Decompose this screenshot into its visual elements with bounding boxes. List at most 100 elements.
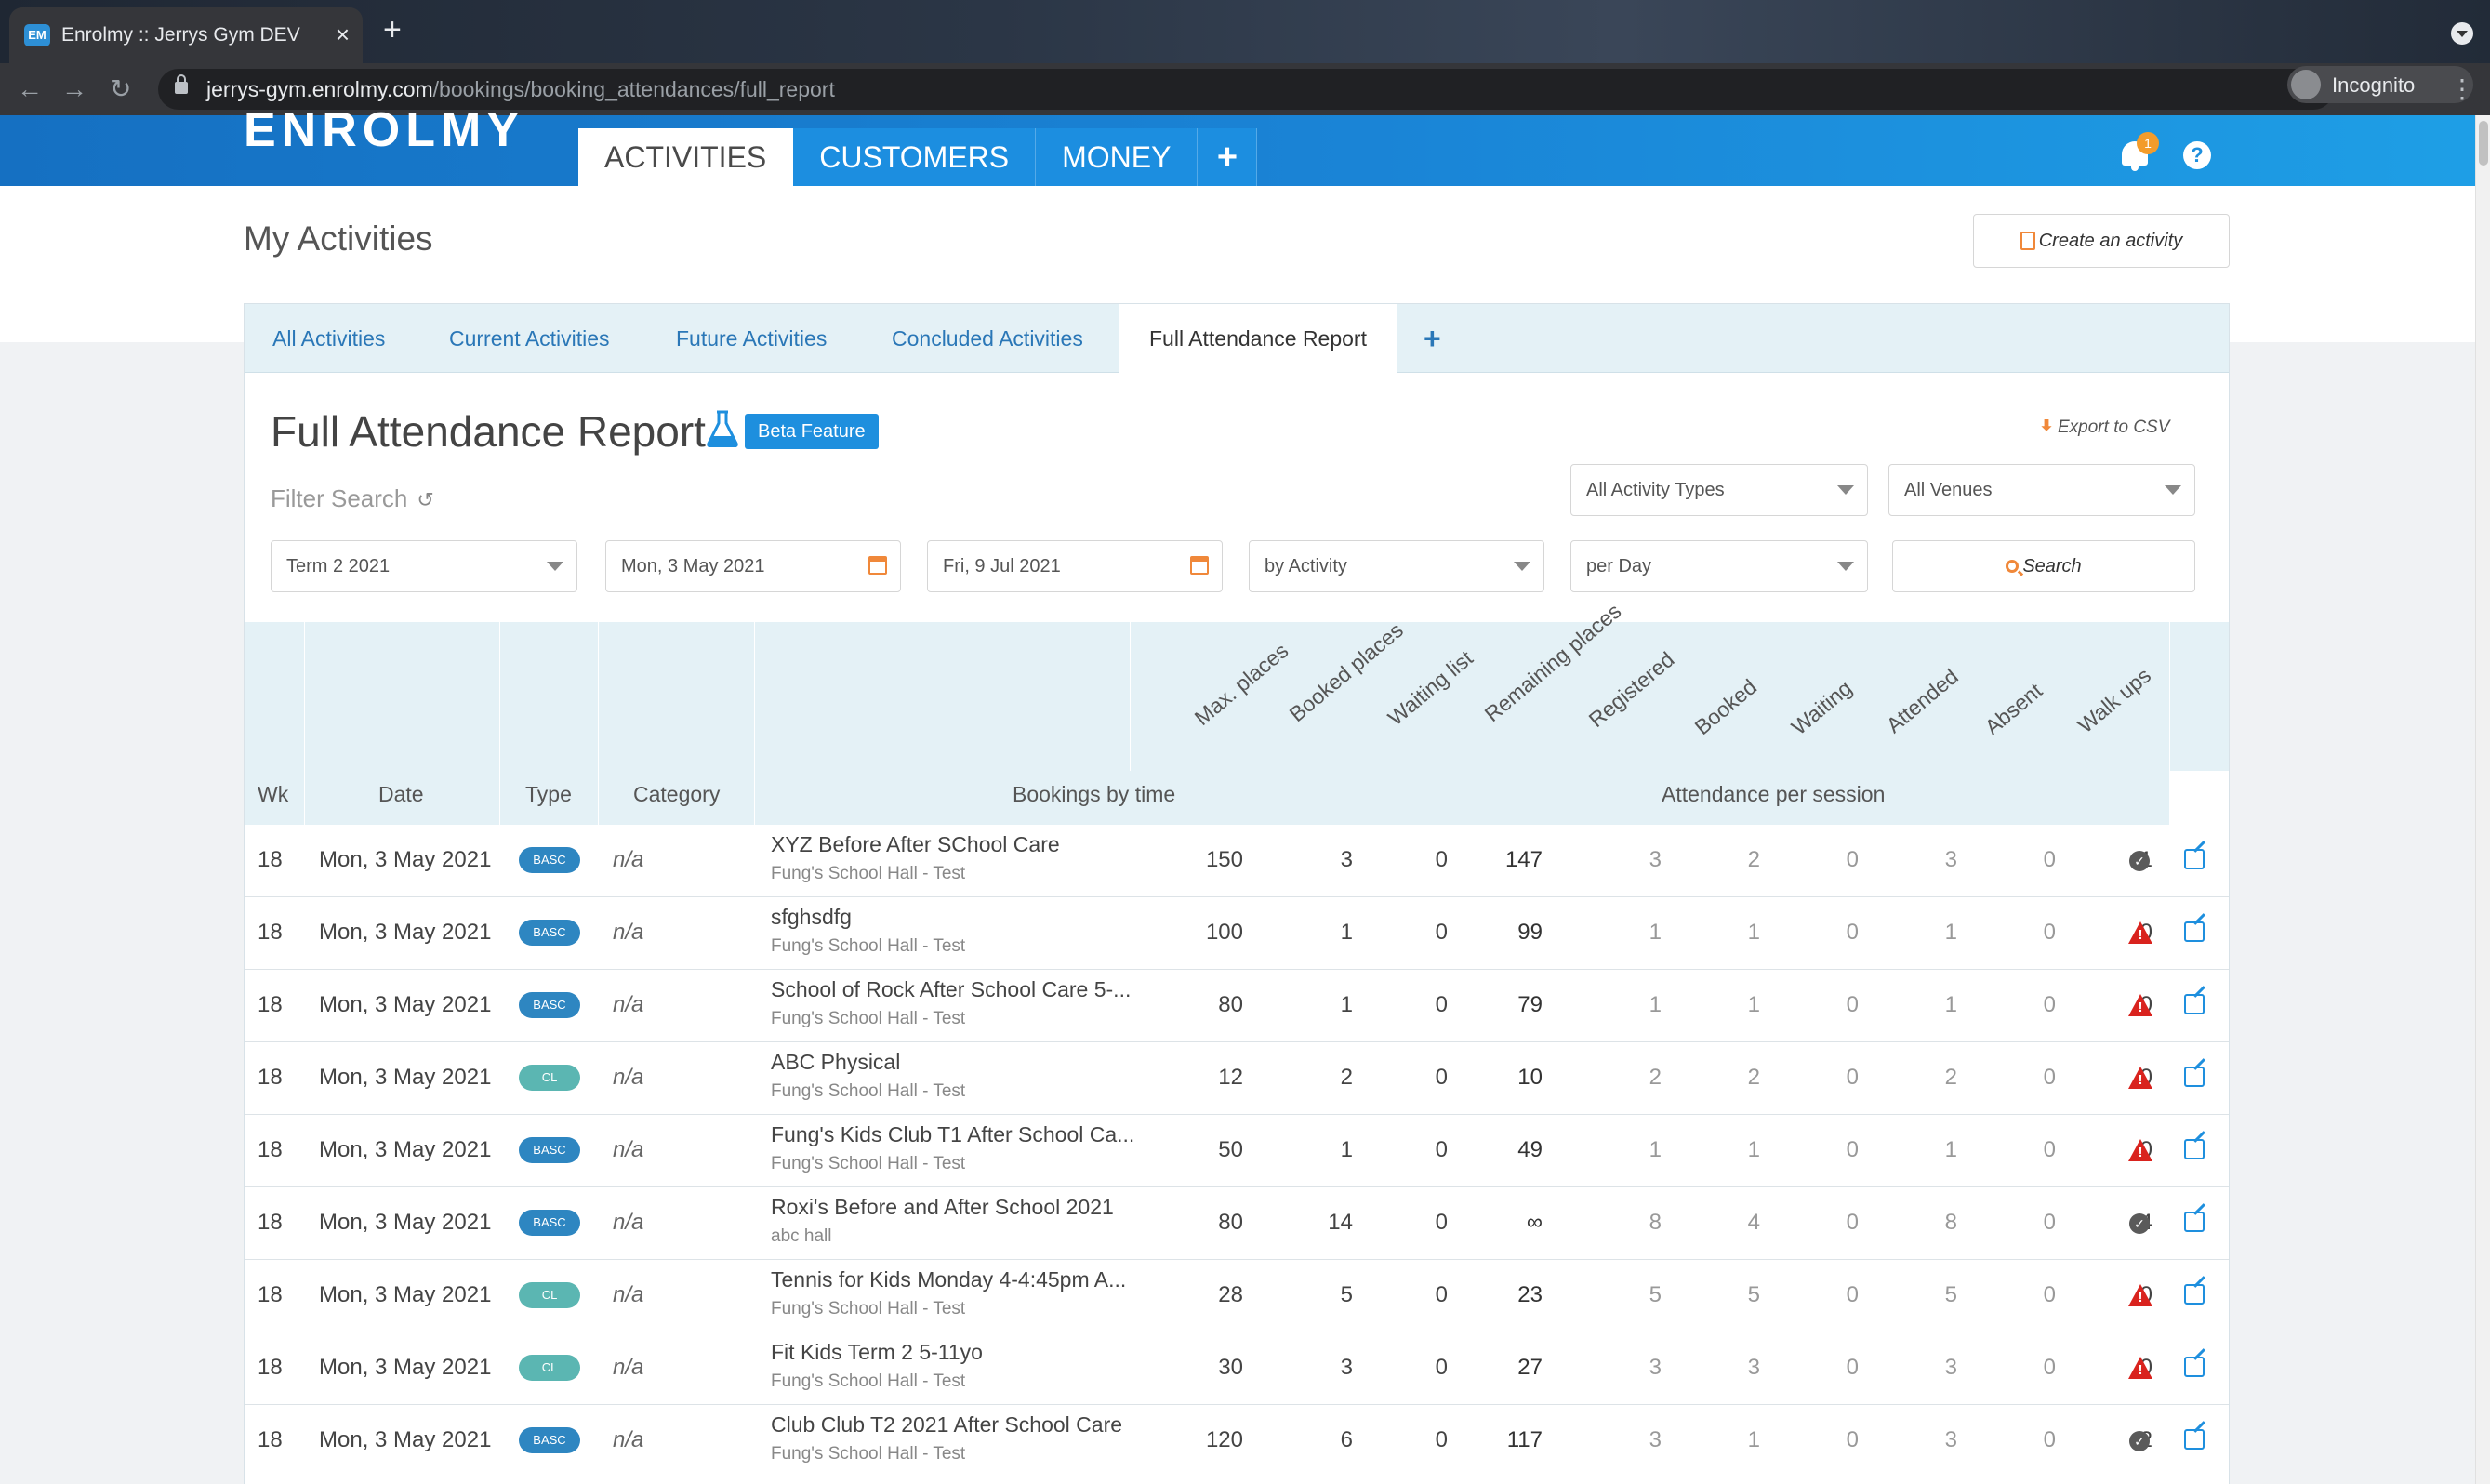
calendar-icon[interactable]: [1190, 556, 1209, 575]
table-row[interactable]: 18 Mon, 3 May 2021 BASC n/a Club Club T2 202…: [245, 1405, 2229, 1477]
cell-att-booked: 2: [1747, 847, 1760, 872]
table-row[interactable]: 18 Mon, 3 May 2021 CL n/a ABC Physical Fung's…: [245, 1042, 2229, 1115]
group-by-select[interactable]: by Activity: [1249, 540, 1544, 592]
row-week: 18: [258, 920, 283, 945]
enrolmy-logo[interactable]: ENROLMY: [244, 102, 524, 158]
tab-concluded-activities[interactable]: Concluded Activities: [892, 304, 1083, 373]
search-button[interactable]: Search: [1892, 540, 2195, 592]
back-icon[interactable]: ←: [17, 71, 43, 108]
table-row[interactable]: 18 Mon, 3 May 2021 BASC n/a Fung's Kids Club…: [245, 1115, 2229, 1187]
header-max-places: Max. places: [1189, 638, 1293, 731]
header-divider: [754, 622, 755, 825]
row-date: Mon, 3 May 2021: [319, 1210, 492, 1235]
external-link-icon[interactable]: [2184, 1429, 2205, 1450]
table-row[interactable]: 18 Mon, 3 May 2021 BASC n/a sfghsdfg Fung's S…: [245, 897, 2229, 970]
header-divider: [2169, 622, 2170, 771]
cell-att-booked: 3: [1747, 1355, 1760, 1380]
activity-venue: Fung's School Hall - Test: [771, 1154, 966, 1173]
cell-att-booked: 1: [1747, 1137, 1760, 1162]
date-from-field[interactable]: Mon, 3 May 2021: [605, 540, 901, 592]
page-scrollbar-thumb[interactable]: [2479, 121, 2488, 166]
cell-attended: 2: [1944, 1065, 1957, 1090]
check-circle-icon: ✓: [2129, 1431, 2150, 1451]
cell-registered: 1: [1649, 920, 1662, 945]
app-header: ENROLMY ACTIVITIES CUSTOMERS MONEY + 1 ?: [0, 103, 2490, 186]
notification-count-badge: 1: [2137, 132, 2159, 154]
activity-type-select[interactable]: All Activity Types: [1570, 464, 1868, 516]
activity-venue: Fung's School Hall - Test: [771, 936, 966, 956]
header-type: Type: [525, 782, 572, 806]
cell-att-booked: 4: [1747, 1210, 1760, 1235]
nav-activities[interactable]: ACTIVITIES: [578, 128, 794, 186]
header-attended: Attended: [1881, 664, 1963, 738]
external-link-icon[interactable]: [2184, 1284, 2205, 1305]
browser-tab[interactable]: EM Enrolmy :: Jerrys Gym DEV ×: [9, 7, 363, 63]
table-row[interactable]: 18 Mon, 3 May 2021 BASC n/a School of Rock A…: [245, 970, 2229, 1042]
new-tab-icon[interactable]: +: [383, 13, 402, 46]
external-link-icon[interactable]: [2184, 1139, 2205, 1159]
cell-booked: 2: [1340, 1065, 1353, 1090]
nav-add-button[interactable]: +: [1198, 128, 1258, 186]
header-divider: [499, 622, 500, 825]
filter-search-text: Filter Search: [271, 484, 408, 512]
date-to-field[interactable]: Fri, 9 Jul 2021: [927, 540, 1223, 592]
external-link-icon[interactable]: [2184, 994, 2205, 1014]
venue-select[interactable]: All Venues: [1888, 464, 2195, 516]
row-category: n/a: [613, 1427, 644, 1452]
reset-filter-icon[interactable]: ↺: [417, 488, 433, 512]
table-row[interactable]: 18 Mon, 3 May 2021 CL n/a Fit Kids Term 2 5-…: [245, 1332, 2229, 1405]
tab-all-activities[interactable]: All Activities: [272, 304, 385, 373]
table-row[interactable]: 18 Mon, 3 May 2021 BASC n/a XYZ Before After…: [245, 825, 2229, 897]
reload-icon[interactable]: ↻: [110, 71, 131, 108]
activity-venue: Fung's School Hall - Test: [771, 1299, 966, 1318]
activities-panel: All Activities Current Activities Future…: [244, 303, 2230, 1484]
tab-future-activities[interactable]: Future Activities: [676, 304, 827, 373]
cell-booked: 1: [1340, 1137, 1353, 1162]
page-scrollbar[interactable]: [2475, 115, 2490, 1484]
help-icon[interactable]: ?: [2183, 141, 2211, 169]
row-date: Mon, 3 May 2021: [319, 847, 492, 872]
close-tab-icon[interactable]: ×: [336, 20, 350, 48]
lock-icon[interactable]: [175, 74, 188, 94]
row-week: 18: [258, 1355, 283, 1380]
external-link-icon[interactable]: [2184, 921, 2205, 942]
header-divider: [1130, 622, 1131, 771]
table-row[interactable]: 18 Mon, 3 May 2021 CL n/a Tennis for Kids Mo…: [245, 1260, 2229, 1332]
forward-icon[interactable]: →: [61, 71, 87, 108]
date-from-value: Mon, 3 May 2021: [621, 556, 765, 576]
incognito-profile[interactable]: Incognito: [2287, 66, 2473, 103]
row-date: Mon, 3 May 2021: [319, 1137, 492, 1162]
create-activity-button[interactable]: Create an activity: [1973, 214, 2230, 268]
calendar-icon[interactable]: [868, 556, 887, 575]
header-bookings-by-time: Bookings by time: [1013, 782, 1176, 806]
nav-customers[interactable]: CUSTOMERS: [793, 128, 1037, 186]
tab-current-activities[interactable]: Current Activities: [449, 304, 610, 373]
external-link-icon[interactable]: [2184, 1357, 2205, 1377]
table-row[interactable]: 18 Mon, 3 May 2021 BASC n/a Roxi's Before an…: [245, 1187, 2229, 1260]
tab-full-attendance-report[interactable]: Full Attendance Report: [1119, 304, 1397, 374]
term-select[interactable]: Term 2 2021: [271, 540, 577, 592]
period-select[interactable]: per Day: [1570, 540, 1868, 592]
external-link-icon[interactable]: [2184, 849, 2205, 869]
row-week: 18: [258, 992, 283, 1017]
chevron-down-icon: [547, 562, 563, 571]
activity-name: Fung's Kids Club T1 After School Ca...: [771, 1122, 1135, 1146]
tab-search-icon[interactable]: [2451, 22, 2473, 45]
nav-money[interactable]: MONEY: [1036, 128, 1199, 186]
header-absent: Absent: [1980, 678, 2047, 740]
url-text[interactable]: jerrys-gym.enrolmy.com/bookings/booking_…: [206, 77, 835, 102]
external-link-icon[interactable]: [2184, 1067, 2205, 1087]
cell-att-waiting: 0: [1846, 1427, 1859, 1452]
incognito-icon: [2291, 70, 2321, 99]
cell-remaining: 99: [1517, 920, 1543, 945]
row-category: n/a: [613, 1065, 644, 1090]
external-link-icon[interactable]: [2184, 1212, 2205, 1232]
cell-absent: 0: [2043, 1210, 2056, 1235]
add-tab-icon[interactable]: +: [1424, 304, 1441, 373]
browser-menu-icon[interactable]: ⋮: [2449, 71, 2475, 108]
activity-name: Tennis for Kids Monday 4-4:45pm A...: [771, 1267, 1127, 1292]
activity-venue: Fung's School Hall - Test: [771, 864, 966, 883]
export-csv-link[interactable]: Export to CSV: [2039, 417, 2169, 438]
url-host: jerrys-gym.enrolmy.com: [206, 77, 433, 101]
cell-attended: 3: [1944, 1427, 1957, 1452]
